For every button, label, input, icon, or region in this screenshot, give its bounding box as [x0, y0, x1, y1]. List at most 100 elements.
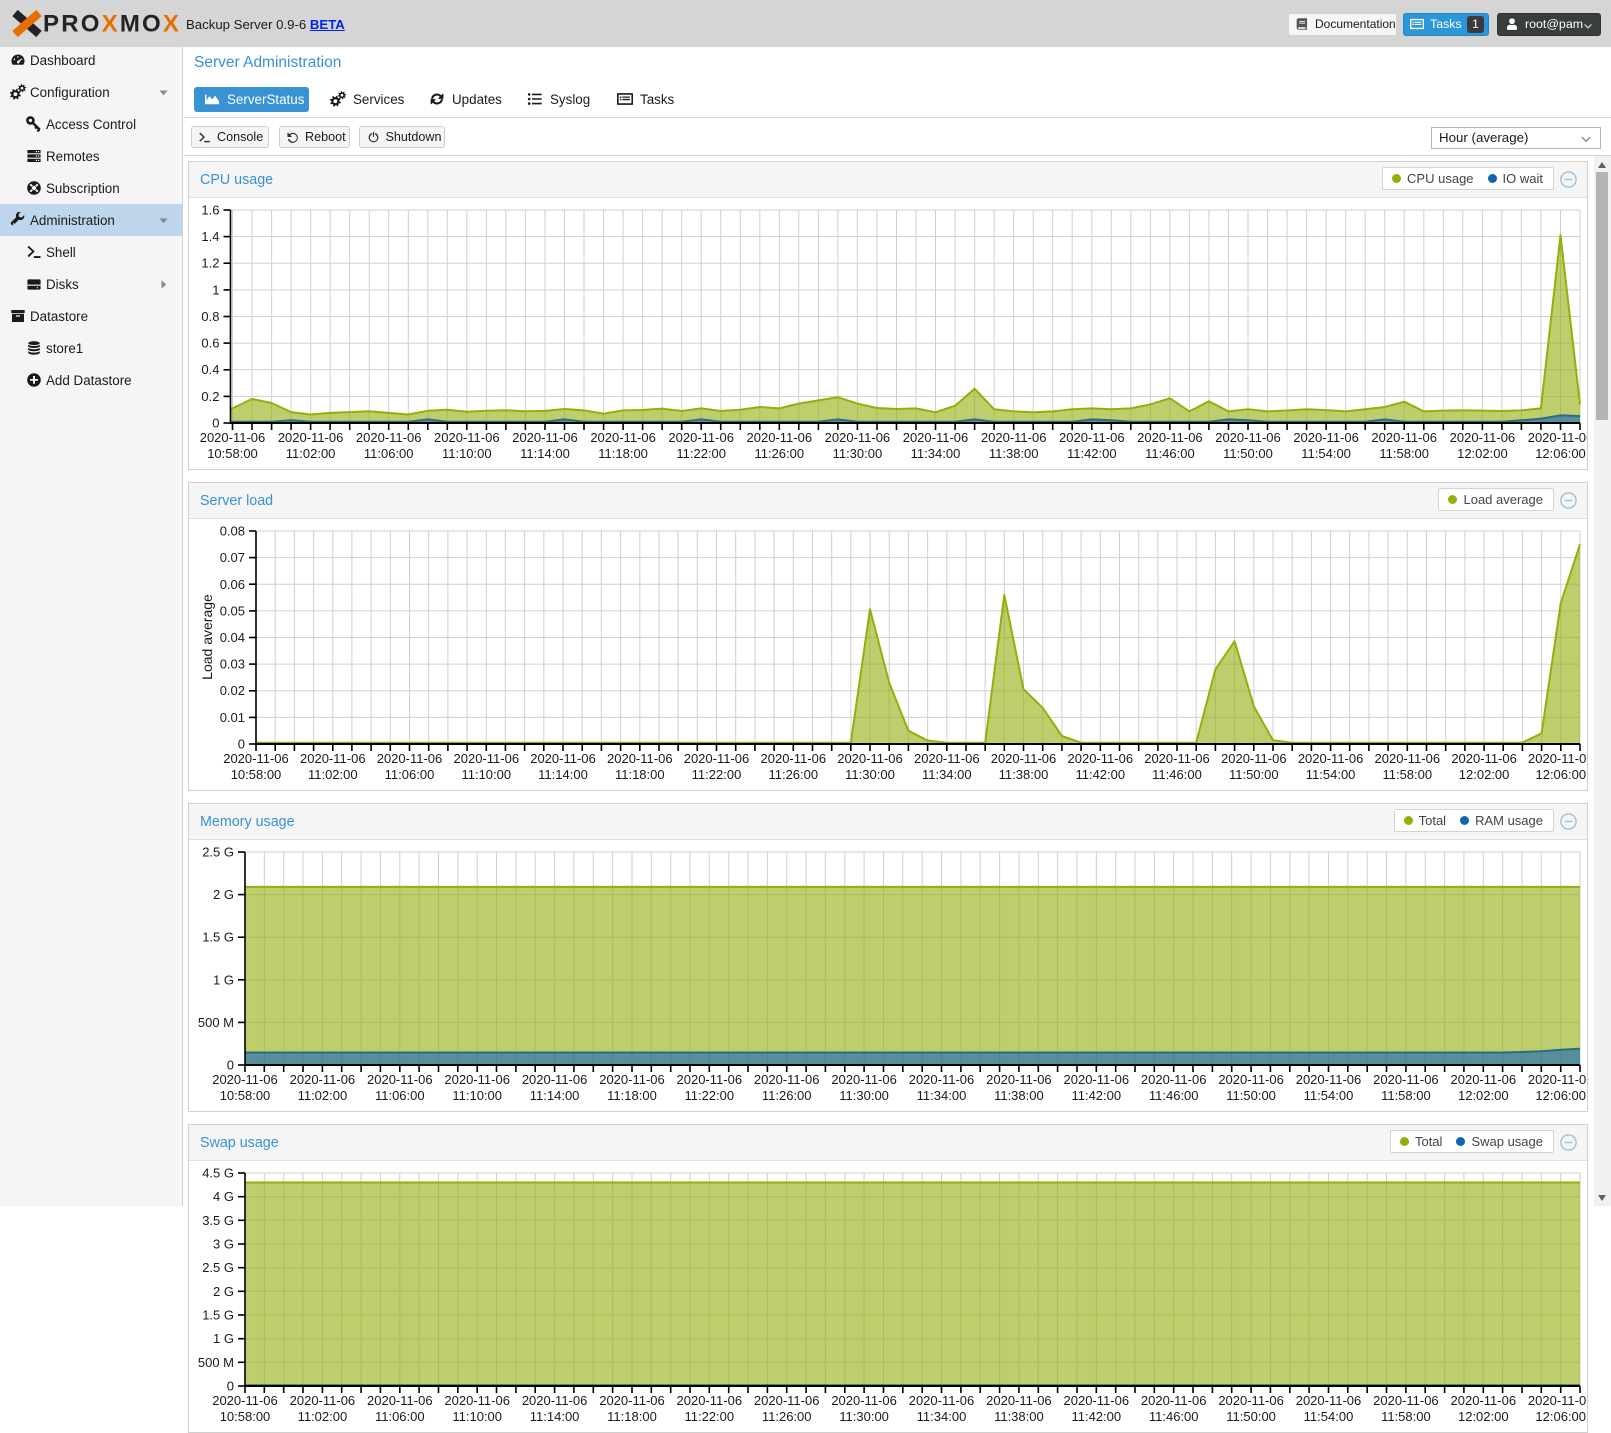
- svg-text:2020-11-06: 2020-11-06: [761, 751, 827, 766]
- svg-text:2020-11-06: 2020-11-06: [1141, 1393, 1207, 1408]
- svg-text:11:54:00: 11:54:00: [1301, 446, 1351, 461]
- svg-text:11:02:00: 11:02:00: [298, 1088, 348, 1103]
- svg-text:2020-11-06: 2020-11-06: [1141, 1072, 1207, 1087]
- svg-text:2020-11-06: 2020-11-06: [367, 1393, 433, 1408]
- svg-text:10:58:00: 10:58:00: [220, 1088, 271, 1103]
- svg-text:11:14:00: 11:14:00: [538, 767, 588, 782]
- svg-text:2020-11-06: 2020-11-06: [1064, 1072, 1130, 1087]
- svg-text:11:06:00: 11:06:00: [385, 767, 435, 782]
- svg-text:2020-11-06: 2020-11-06: [607, 751, 673, 766]
- svg-text:2020-11-06: 2020-11-06: [1450, 430, 1516, 445]
- svg-text:11:50:00: 11:50:00: [1226, 1088, 1276, 1103]
- svg-text:2020-11-06: 2020-11-06: [590, 430, 656, 445]
- svg-text:11:22:00: 11:22:00: [684, 1409, 734, 1424]
- svg-text:11:30:00: 11:30:00: [833, 446, 883, 461]
- svg-text:2020-11-06: 2020-11-06: [356, 430, 422, 445]
- svg-text:1.5 G: 1.5 G: [202, 1308, 234, 1323]
- svg-text:2.5 G: 2.5 G: [202, 845, 234, 860]
- svg-text:0.2: 0.2: [201, 389, 219, 404]
- svg-text:2020-11-06: 2020-11-06: [991, 751, 1057, 766]
- svg-text:11:26:00: 11:26:00: [768, 767, 818, 782]
- svg-text:2020-11-06: 2020-11-06: [1296, 1393, 1362, 1408]
- svg-text:2020-11-06: 2020-11-06: [981, 430, 1047, 445]
- svg-text:2020-11-06: 2020-11-06: [1218, 1072, 1284, 1087]
- svg-text:0.03: 0.03: [220, 657, 245, 672]
- svg-text:0: 0: [227, 1058, 234, 1073]
- svg-text:11:34:00: 11:34:00: [911, 446, 961, 461]
- svg-text:11:22:00: 11:22:00: [676, 446, 726, 461]
- svg-text:11:58:00: 11:58:00: [1381, 1088, 1431, 1103]
- svg-text:0.6: 0.6: [201, 336, 219, 351]
- svg-text:11:54:00: 11:54:00: [1304, 1088, 1354, 1103]
- svg-text:2020-11-06: 2020-11-06: [278, 430, 344, 445]
- svg-text:1.4: 1.4: [201, 229, 219, 244]
- svg-text:11:26:00: 11:26:00: [762, 1409, 812, 1424]
- svg-text:2020-11-06: 2020-11-06: [1373, 1393, 1439, 1408]
- svg-text:3.5 G: 3.5 G: [202, 1213, 234, 1228]
- svg-text:11:46:00: 11:46:00: [1149, 1409, 1199, 1424]
- svg-text:2020-11-06: 2020-11-06: [914, 751, 980, 766]
- svg-text:11:38:00: 11:38:00: [989, 446, 1039, 461]
- svg-text:11:02:00: 11:02:00: [286, 446, 336, 461]
- svg-text:2020-11-06: 2020-11-06: [367, 1072, 433, 1087]
- svg-text:2020-11-06: 2020-11-06: [1451, 1393, 1517, 1408]
- svg-text:PROXMOX: PROXMOX: [43, 11, 181, 38]
- svg-text:2020-11-06: 2020-11-06: [512, 430, 578, 445]
- svg-text:500 M: 500 M: [198, 1355, 234, 1370]
- svg-text:11:10:00: 11:10:00: [442, 446, 492, 461]
- svg-text:11:14:00: 11:14:00: [530, 1088, 580, 1103]
- svg-text:0: 0: [227, 1379, 234, 1394]
- svg-text:2020-11-06: 2020-11-06: [754, 1393, 820, 1408]
- svg-text:500 M: 500 M: [198, 1015, 234, 1030]
- svg-text:10:58:00: 10:58:00: [231, 767, 282, 782]
- svg-text:2020-11-06: 2020-11-06: [444, 1072, 510, 1087]
- svg-text:11:46:00: 11:46:00: [1149, 1088, 1199, 1103]
- svg-text:2020-11-06: 2020-11-06: [909, 1072, 975, 1087]
- svg-text:11:10:00: 11:10:00: [452, 1409, 502, 1424]
- svg-text:2020-11-06: 2020-11-06: [677, 1072, 743, 1087]
- svg-text:2020-11-06: 2020-11-06: [1375, 751, 1441, 766]
- svg-text:11:54:00: 11:54:00: [1306, 767, 1356, 782]
- svg-text:2020-11-06: 2020-11-06: [754, 1072, 820, 1087]
- svg-text:2020-11-06: 2020-11-06: [1528, 1072, 1588, 1087]
- svg-text:0.08: 0.08: [220, 524, 245, 539]
- svg-text:2020-11-06: 2020-11-06: [290, 1072, 356, 1087]
- svg-text:11:14:00: 11:14:00: [530, 1409, 580, 1424]
- svg-text:11:58:00: 11:58:00: [1379, 446, 1429, 461]
- svg-text:Load average: Load average: [199, 594, 215, 680]
- svg-text:0: 0: [212, 416, 219, 431]
- svg-text:2020-11-06: 2020-11-06: [909, 1393, 975, 1408]
- svg-text:2 G: 2 G: [213, 1284, 234, 1299]
- svg-text:2020-11-06: 2020-11-06: [1059, 430, 1125, 445]
- svg-text:2020-11-06: 2020-11-06: [454, 751, 520, 766]
- svg-text:1: 1: [212, 282, 219, 297]
- svg-text:2020-11-06: 2020-11-06: [677, 1393, 743, 1408]
- svg-text:11:06:00: 11:06:00: [364, 446, 414, 461]
- svg-text:2020-11-06: 2020-11-06: [200, 430, 266, 445]
- svg-text:0.8: 0.8: [201, 309, 219, 324]
- svg-text:0: 0: [238, 737, 245, 752]
- svg-text:2020-11-06: 2020-11-06: [1528, 1393, 1588, 1408]
- svg-text:11:46:00: 11:46:00: [1145, 446, 1195, 461]
- svg-text:2020-11-06: 2020-11-06: [522, 1393, 588, 1408]
- svg-text:2020-11-06: 2020-11-06: [434, 430, 500, 445]
- svg-text:0.07: 0.07: [220, 550, 245, 565]
- svg-text:2020-11-06: 2020-11-06: [668, 430, 734, 445]
- svg-text:0.05: 0.05: [220, 603, 245, 618]
- svg-text:2020-11-06: 2020-11-06: [1451, 1072, 1517, 1087]
- svg-text:11:10:00: 11:10:00: [452, 1088, 502, 1103]
- svg-text:12:02:00: 12:02:00: [1458, 1409, 1509, 1424]
- svg-text:0.01: 0.01: [220, 710, 245, 725]
- svg-text:2020-11-06: 2020-11-06: [684, 751, 750, 766]
- svg-text:11:50:00: 11:50:00: [1226, 1409, 1276, 1424]
- svg-text:2020-11-06: 2020-11-06: [903, 430, 969, 445]
- svg-text:2020-11-06: 2020-11-06: [212, 1072, 278, 1087]
- svg-text:11:42:00: 11:42:00: [1071, 1409, 1121, 1424]
- svg-text:2020-11-06: 2020-11-06: [986, 1393, 1052, 1408]
- svg-text:2020-11-06: 2020-11-06: [837, 751, 903, 766]
- svg-text:1.2: 1.2: [201, 256, 219, 271]
- svg-text:2020-11-06: 2020-11-06: [522, 1072, 588, 1087]
- svg-text:11:26:00: 11:26:00: [754, 446, 804, 461]
- svg-text:2020-11-06: 2020-11-06: [1298, 751, 1364, 766]
- svg-text:11:18:00: 11:18:00: [598, 446, 648, 461]
